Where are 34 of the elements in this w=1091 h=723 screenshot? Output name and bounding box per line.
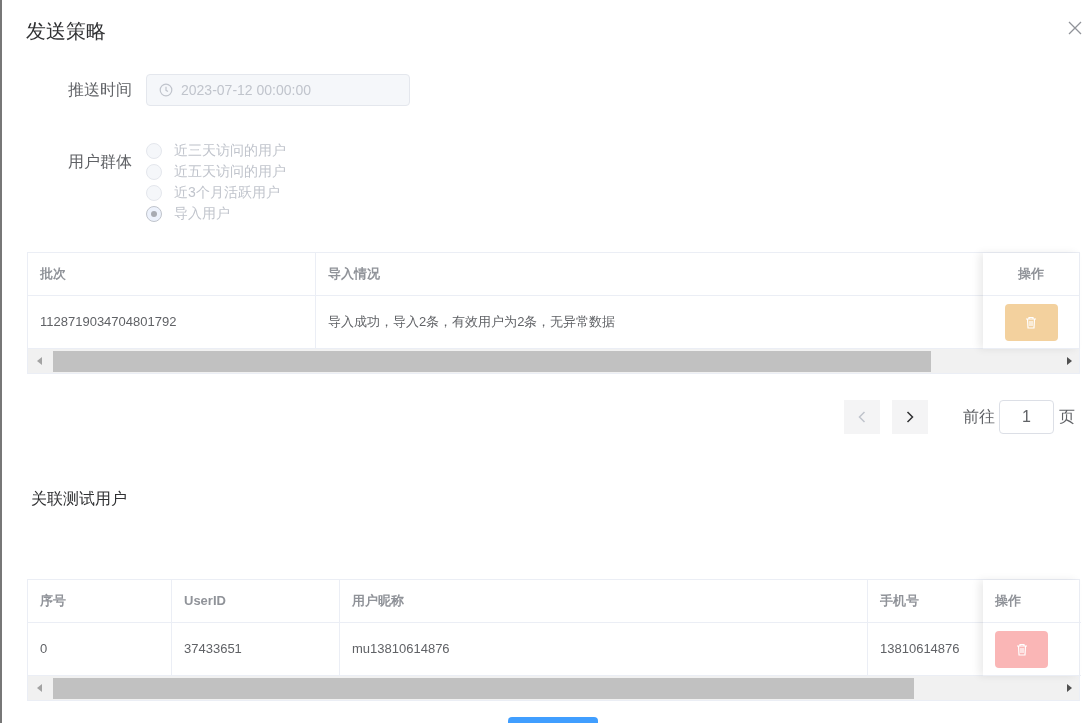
close-icon[interactable] xyxy=(1068,21,1082,35)
page-input-field[interactable]: 1 xyxy=(999,400,1054,434)
column-header: 用户昵称 xyxy=(340,580,868,623)
section-title: 关联测试用户 xyxy=(31,489,128,509)
delete-button[interactable] xyxy=(995,630,1048,668)
chevron-left-icon xyxy=(858,411,866,423)
trash-icon xyxy=(1015,642,1028,656)
radio-button[interactable] xyxy=(146,142,162,159)
field-label: 用户群体 xyxy=(67,152,132,172)
goto-label: 前往 xyxy=(963,407,995,427)
previous-page-button[interactable] xyxy=(844,400,880,434)
scroll-right-icon[interactable] xyxy=(1065,683,1073,693)
radio-label[interactable]: 近3个月活跃用户 xyxy=(174,182,280,203)
radio-button[interactable] xyxy=(146,184,162,201)
radio-label[interactable]: 近五天访问的用户 xyxy=(174,161,286,182)
field-label: 推送时间 xyxy=(67,80,132,100)
radio-button[interactable] xyxy=(146,163,162,180)
trash-icon xyxy=(1025,315,1037,329)
column-header: UserID xyxy=(172,580,340,623)
delete-button[interactable] xyxy=(1004,303,1058,341)
chevron-right-icon xyxy=(906,411,914,423)
radio-button[interactable] xyxy=(146,205,162,222)
dialog-title: 发送策略 xyxy=(26,19,106,44)
scroll-left-icon[interactable] xyxy=(36,356,44,366)
next-page-button[interactable] xyxy=(892,400,928,434)
radio-label[interactable]: 导入用户 xyxy=(174,203,230,224)
page-suffix-label: 页 xyxy=(1059,407,1075,427)
scroll-right-icon[interactable] xyxy=(1065,356,1073,366)
column-header: 批次 xyxy=(28,253,316,296)
column-header: 操作 xyxy=(983,253,1079,296)
column-header: 序号 xyxy=(28,580,172,623)
clock-icon xyxy=(159,83,173,97)
column-header: 操作 xyxy=(983,580,1079,623)
scroll-left-icon[interactable] xyxy=(36,683,44,693)
